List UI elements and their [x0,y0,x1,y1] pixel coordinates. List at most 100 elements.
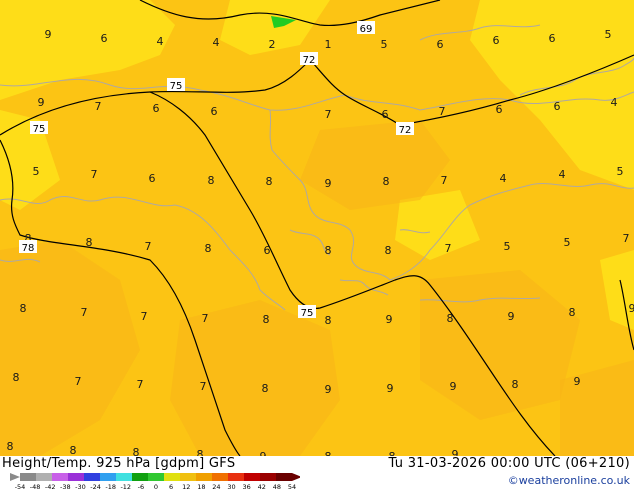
temperature-value: 8 [208,174,215,187]
temperature-value: 7 [137,378,144,391]
colorbar-tick: 0 [154,483,158,490]
contour-label: 72 [396,122,414,136]
cooler-patch [170,300,340,456]
colorbar-tick: -6 [138,483,144,490]
temperature-value: 6 [549,32,556,45]
temperature-value: 8 [263,313,270,326]
colorbar-segment [276,473,292,481]
colorbar-segment [212,473,228,481]
colorbar-low-arrow [10,473,20,481]
temperature-value: 4 [500,172,507,185]
temperature-value: 7 [200,380,207,393]
temperature-value: 6 [149,172,156,185]
temperature-value: 2 [269,38,276,51]
colorbar-tick: -42 [45,483,56,490]
contour-label-text: 69 [360,24,373,35]
temperature-value: 6 [493,34,500,47]
temperature-value: 7 [445,242,452,255]
colorbar-segment [196,473,212,481]
colorbar-segment [52,473,68,481]
temperature-value: 9 [450,380,457,393]
temperature-value: 8 [325,314,332,327]
temperature-value: 7 [325,108,332,121]
colorbar-tick: 48 [273,483,281,490]
temperature-value: 4 [213,36,220,49]
temperature-value: 5 [564,236,571,249]
temperature-value: 5 [381,38,388,51]
temperature-value: 5 [617,165,624,178]
colorbar-segment [244,473,260,481]
temperature-value: 9 [452,448,459,456]
colorbar-segment [228,473,244,481]
temperature-value: 8 [20,302,27,315]
temperature-value: 9 [387,382,394,395]
temperature-value: 9 [629,302,634,315]
temperature-value: 7 [202,312,209,325]
temperature-value: 8 [512,378,519,391]
forecast-datetime: Tu 31-03-2026 00:00 UTC (06+210) [388,456,630,471]
colorbar-tick: 54 [288,483,296,490]
temperature-value: 7 [439,105,446,118]
temperature-value: 7 [145,240,152,253]
contour-label-text: 75 [301,308,314,319]
colorbar-segment [68,473,84,481]
colorbar-segment [164,473,180,481]
colorbar-segment [84,473,100,481]
temperature-value: 7 [441,174,448,187]
temperature-value: 7 [75,375,82,388]
temperature-value: 8 [86,236,93,249]
colorbar-segment [116,473,132,481]
temperature-value: 6 [211,105,218,118]
temperature-value: 8 [262,382,269,395]
temperature-value: 9 [45,28,52,41]
contour-label-text: 75 [33,124,46,135]
temperature-value: 6 [264,244,271,257]
temperature-value: 6 [496,103,503,116]
contour-label: 75 [298,305,316,319]
contour-label: 75 [167,78,185,92]
temperature-value: 6 [382,108,389,121]
temperature-value: 7 [95,100,102,113]
colorbar-segment [148,473,164,481]
map-footer: Height/Temp. 925 hPa [gdpm] GFS Tu 31-03… [0,456,634,490]
temperature-value: 8 [133,446,140,456]
colorbar-tick: 36 [243,483,251,490]
temperature-value: 7 [141,310,148,323]
temperature-value: 8 [447,312,454,325]
temperature-value: 7 [623,232,630,245]
temperature-value: 8 [266,175,273,188]
temperature-value: 8 [569,306,576,319]
temperature-value: 4 [157,35,164,48]
temperature-value: 9 [38,96,45,109]
temperature-colorbar: -54 -48 -42 -38 -30 -24 -18 -12 -6 0 6 12 18 24 30 36 42… [10,473,300,490]
contour-label-text: 72 [399,125,412,136]
temperature-value: 6 [437,38,444,51]
colorbar-tick: 30 [227,483,235,490]
colorbar-tick: -54 [15,483,26,490]
contour-label: 72 [300,52,318,66]
colorbar-tick: 42 [258,483,266,490]
colorbar-tick: -48 [30,483,41,490]
temperature-value: 5 [605,28,612,41]
colorbar-segment [180,473,196,481]
colorbar-segment [260,473,276,481]
temperature-value: 5 [33,165,40,178]
temperature-value: 9 [508,310,515,323]
temperature-value: 9 [325,177,332,190]
temperature-value: 6 [554,100,561,113]
colorbar-tick: -24 [90,483,101,490]
credit-link[interactable]: ©weatheronline.co.uk [508,474,630,487]
temperature-value: 9 [386,313,393,326]
colorbar-tick: 24 [212,483,220,490]
contour-label: 69 [357,21,375,35]
temperature-value: 4 [611,96,618,109]
contour-label-text: 72 [303,55,316,66]
temperature-value: 8 [197,448,204,456]
map-title: Height/Temp. 925 hPa [gdpm] GFS [2,456,236,471]
temperature-value: 6 [101,32,108,45]
temperature-value: 1 [325,38,332,51]
temperature-value: 8 [7,440,14,453]
temperature-value: 4 [559,168,566,181]
colorbar-tick: -30 [75,483,86,490]
temperature-value: 8 [385,244,392,257]
